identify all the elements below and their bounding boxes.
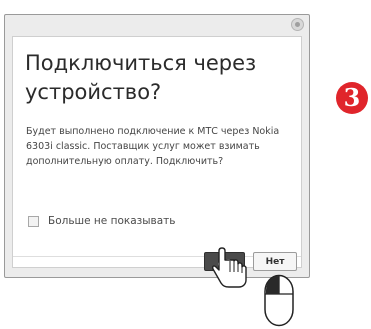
- dont-show-again-label: Больше не показывать: [48, 215, 176, 227]
- pointer-cursor-icon: [212, 247, 247, 288]
- dialog-title: Подключиться через устройство?: [25, 51, 257, 104]
- dont-show-again-checkbox[interactable]: [28, 215, 39, 227]
- dialog-content: Подключиться через устройство? Будет вып…: [12, 36, 302, 268]
- step-number-badge: 3: [336, 82, 368, 114]
- mouse-icon: [264, 274, 294, 327]
- no-button[interactable]: Нет: [253, 252, 297, 271]
- close-icon[interactable]: [291, 18, 304, 31]
- dialog-message: Будет выполнено подключение к МТС через …: [26, 126, 280, 167]
- connect-dialog: Подключиться через устройство? Будет вып…: [4, 14, 310, 278]
- dont-show-again-row[interactable]: Больше не показывать: [28, 213, 175, 229]
